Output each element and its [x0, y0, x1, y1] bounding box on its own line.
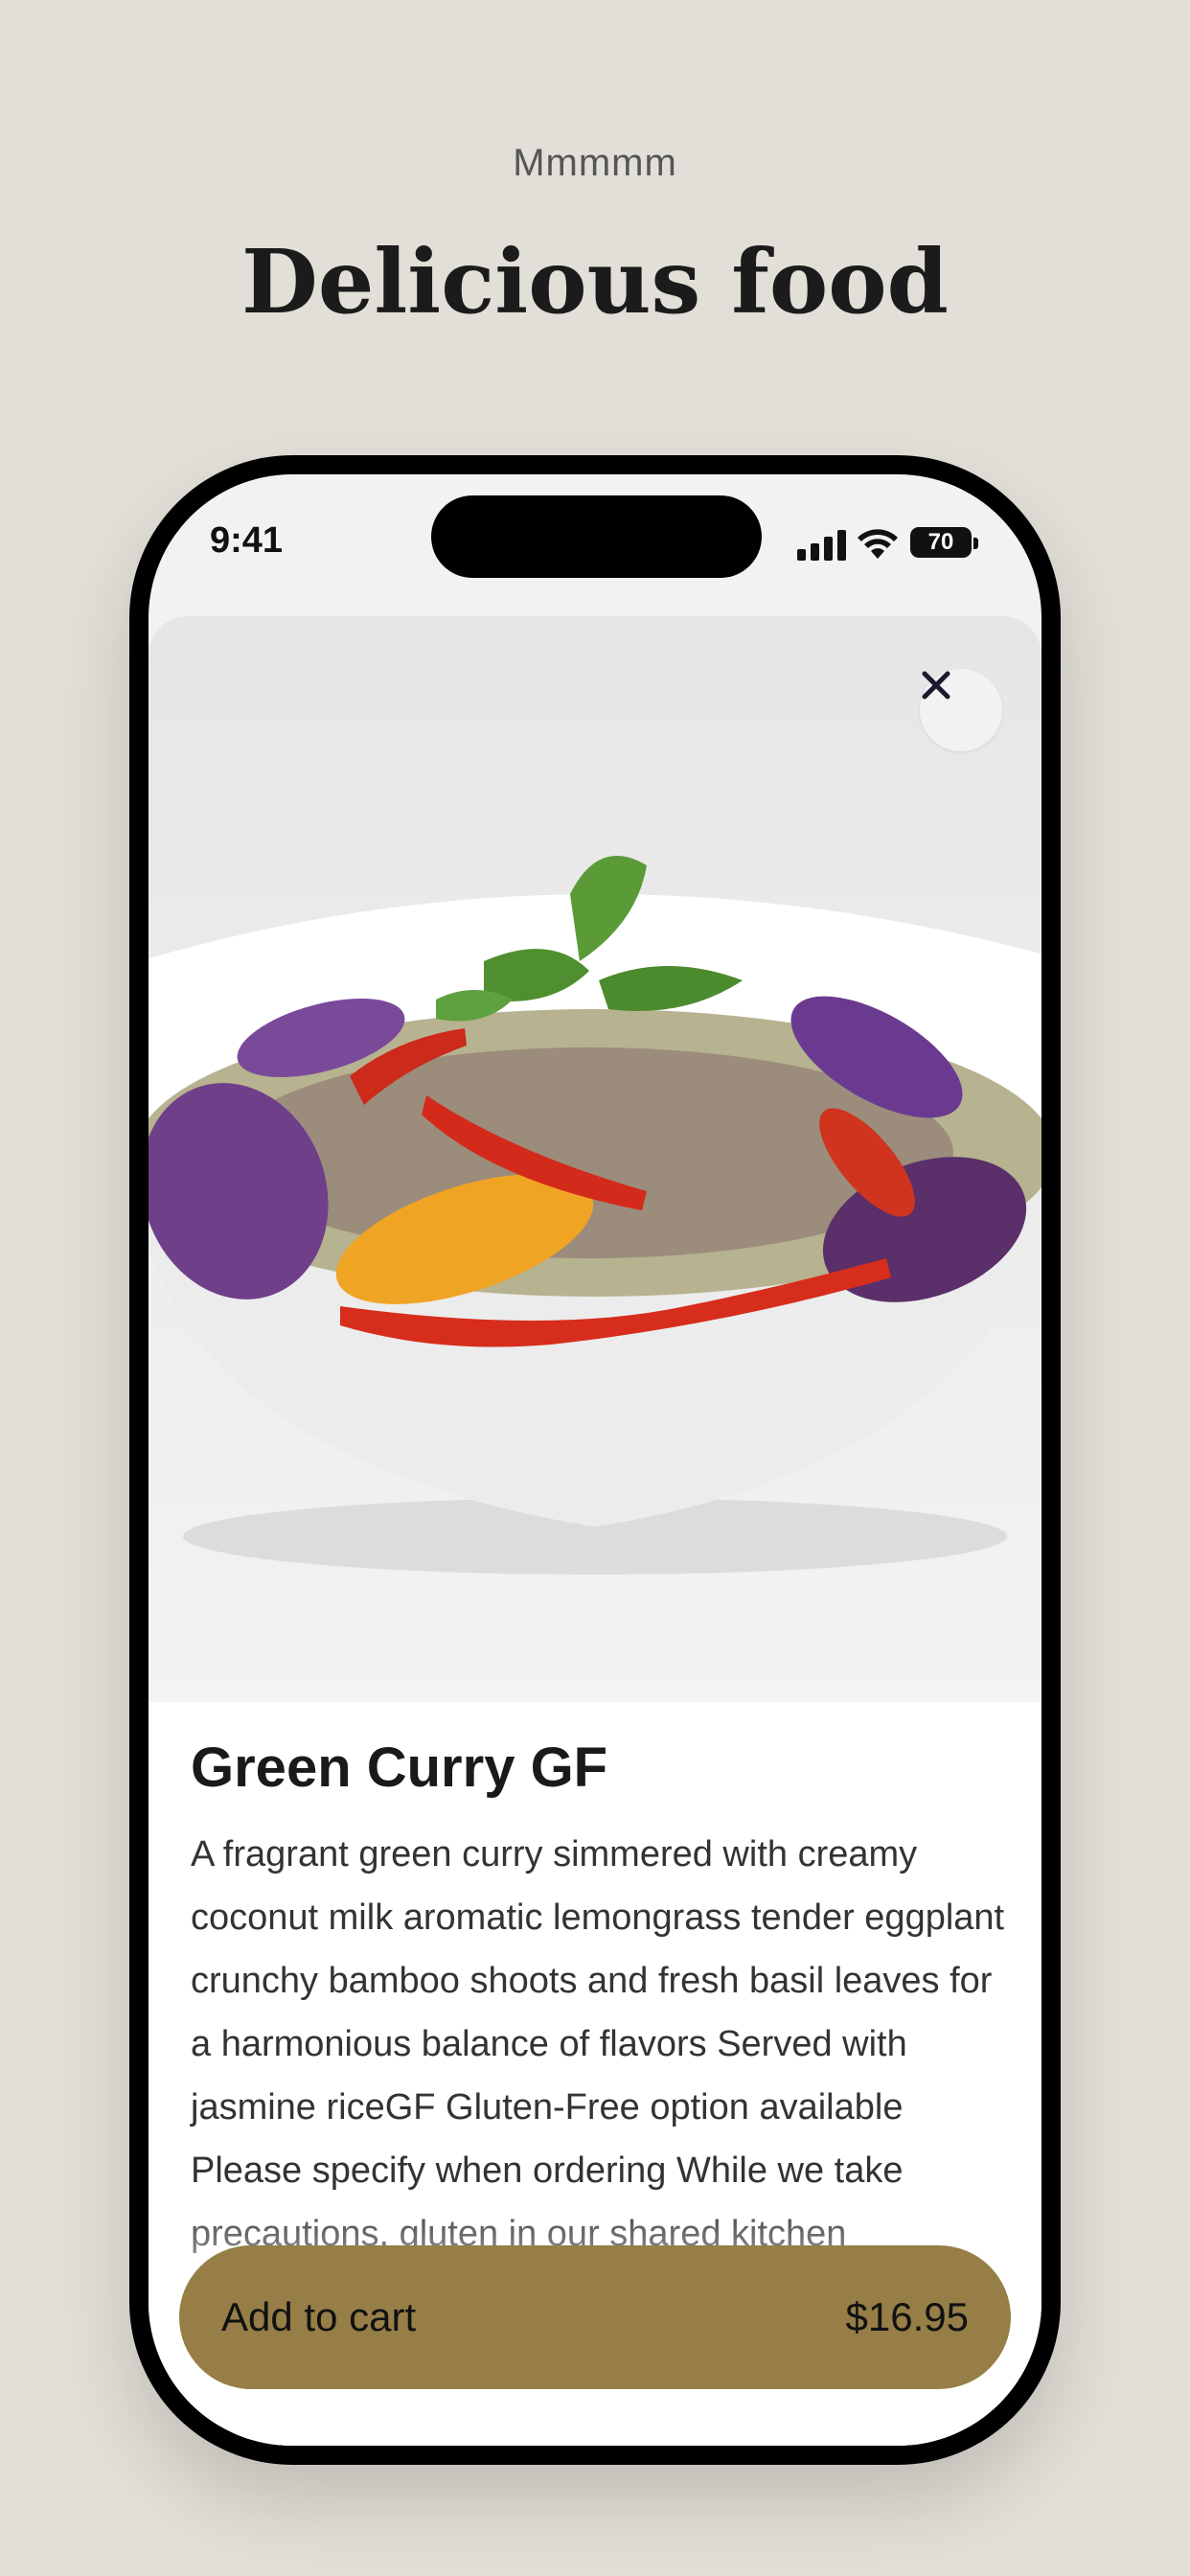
- price-label: $16.95: [845, 2294, 969, 2339]
- close-icon: [922, 671, 950, 700]
- close-button[interactable]: [920, 669, 1002, 751]
- product-title: Green Curry GF: [191, 1736, 608, 1799]
- add-to-cart-button[interactable]: Add to cart $16.95: [179, 2245, 1011, 2389]
- product-details: Green Curry GF A fragrant green curry si…: [191, 1736, 1005, 2266]
- add-to-cart-label: Add to cart: [221, 2294, 417, 2339]
- dynamic-island: [431, 495, 762, 578]
- product-sheet: Green Curry GF A fragrant green curry si…: [149, 616, 1041, 2446]
- status-bar: 9:41 70: [149, 474, 1041, 618]
- page-title: Delicious food: [241, 230, 949, 334]
- battery-tip: [973, 538, 978, 549]
- product-image: [149, 616, 1041, 1702]
- battery-icon: 70: [910, 527, 972, 558]
- wifi-icon: [858, 529, 898, 559]
- eyebrow-text: Mmmmm: [513, 142, 677, 184]
- signal-icon: [797, 530, 847, 561]
- status-time: 9:41: [210, 520, 284, 561]
- phone-screen: 9:41 70 Green Curry GF A fragrant green …: [149, 474, 1041, 2446]
- phone-frame: 9:41 70 Green Curry GF A fragrant green …: [129, 455, 1061, 2465]
